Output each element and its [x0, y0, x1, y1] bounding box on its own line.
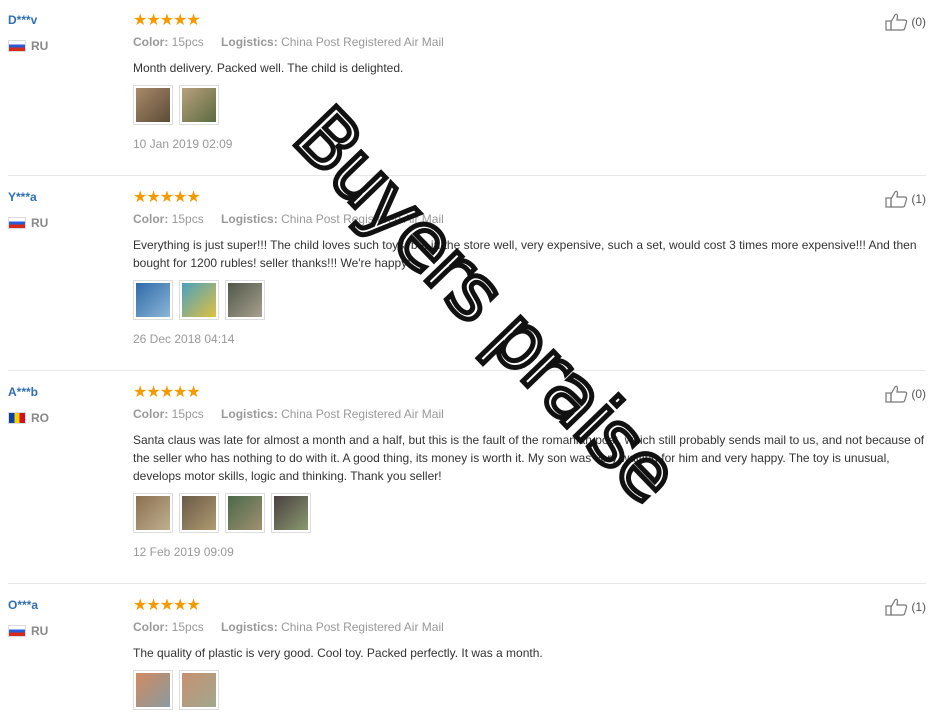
review-photos [133, 85, 926, 125]
review-meta: Color: 15pcs Logistics: China Post Regis… [133, 620, 926, 634]
color-value: 15pcs [171, 407, 204, 421]
color-value: 15pcs [171, 35, 204, 49]
review-text: The quality of plastic is very good. Coo… [133, 646, 543, 660]
review-photo[interactable] [179, 670, 219, 710]
reviewer-info: Y***a RU [8, 190, 48, 230]
reviewer-name[interactable]: A***b [8, 385, 49, 399]
logistics-value: China Post Registered Air Mail [281, 35, 444, 49]
review-photo[interactable] [225, 280, 265, 320]
logistics-value: China Post Registered Air Mail [281, 212, 444, 226]
helpful-count: (1) [911, 600, 926, 614]
reviewer-info: O***a RU [8, 598, 48, 638]
review-photo[interactable] [133, 493, 173, 533]
country-code: RU [31, 216, 49, 230]
review-text: Month delivery. Packed well. The child i… [133, 61, 404, 75]
thumbs-up-icon [885, 385, 908, 403]
review-item: D***v RU ★★★★★ Color: 15pcs Logistics: C… [8, 13, 926, 163]
reviewer-country: RU [8, 39, 48, 53]
flag-ro-icon [8, 412, 26, 424]
color-value: 15pcs [171, 212, 204, 226]
divider [8, 583, 926, 584]
review-photo[interactable] [133, 670, 173, 710]
review-photo[interactable] [179, 280, 219, 320]
reviewer-name[interactable]: Y***a [8, 190, 48, 204]
divider [8, 370, 926, 371]
review-photo[interactable] [271, 493, 311, 533]
review-meta: Color: 15pcs Logistics: China Post Regis… [133, 35, 926, 49]
logistics-value: China Post Registered Air Mail [281, 407, 444, 421]
flag-ru-icon [8, 40, 26, 52]
divider [8, 175, 926, 176]
rating-stars: ★★★★★ [133, 189, 201, 206]
review-date: 12 Feb 2019 09:09 [133, 545, 234, 559]
review-meta: Color: 15pcs Logistics: China Post Regis… [133, 407, 926, 421]
review-body: ★★★★★ Color: 15pcs Logistics: China Post… [133, 190, 926, 346]
logistics-label: Logistics: [221, 212, 278, 226]
helpful-button[interactable]: (1) [885, 598, 926, 616]
logistics-value: China Post Registered Air Mail [281, 620, 444, 634]
helpful-count: (0) [911, 15, 926, 29]
thumbs-up-icon [885, 13, 908, 31]
reviewer-country: RU [8, 216, 48, 230]
flag-ru-icon [8, 217, 26, 229]
color-label: Color: [133, 35, 169, 49]
rating-stars: ★★★★★ [133, 12, 201, 29]
logistics-label: Logistics: [221, 407, 278, 421]
helpful-count: (1) [911, 192, 926, 206]
flag-ru-icon [8, 625, 26, 637]
review-item: Y***a RU ★★★★★ Color: 15pcs Logistics: C… [8, 190, 926, 360]
review-body: ★★★★★ Color: 15pcs Logistics: China Post… [133, 598, 926, 710]
review-photo[interactable] [179, 493, 219, 533]
review-meta: Color: 15pcs Logistics: China Post Regis… [133, 212, 926, 226]
review-body: ★★★★★ Color: 15pcs Logistics: China Post… [133, 385, 926, 559]
color-label: Color: [133, 620, 169, 634]
review-photos [133, 493, 926, 533]
logistics-label: Logistics: [221, 620, 278, 634]
reviewer-country: RU [8, 624, 48, 638]
review-body: ★★★★★ Color: 15pcs Logistics: China Post… [133, 13, 926, 151]
logistics-label: Logistics: [221, 35, 278, 49]
review-photos [133, 670, 926, 710]
reviewer-name[interactable]: D***v [8, 13, 48, 27]
helpful-count: (0) [911, 387, 926, 401]
country-code: RO [31, 411, 49, 425]
review-date: 26 Dec 2018 04:14 [133, 332, 235, 346]
thumbs-up-icon [885, 598, 908, 616]
review-photos [133, 280, 926, 320]
helpful-button[interactable]: (0) [885, 13, 926, 31]
review-item: A***b RO ★★★★★ Color: 15pcs Logistics: C… [8, 385, 926, 575]
rating-stars: ★★★★★ [133, 384, 201, 401]
country-code: RU [31, 39, 49, 53]
review-photo[interactable] [133, 85, 173, 125]
review-text: Santa claus was late for almost a month … [133, 433, 925, 483]
reviewer-name[interactable]: O***a [8, 598, 48, 612]
thumbs-up-icon [885, 190, 908, 208]
review-photo[interactable] [133, 280, 173, 320]
reviewer-info: A***b RO [8, 385, 49, 425]
review-item: O***a RU ★★★★★ Color: 15pcs Logistics: C… [8, 598, 926, 712]
helpful-button[interactable]: (1) [885, 190, 926, 208]
helpful-button[interactable]: (0) [885, 385, 926, 403]
review-photo[interactable] [179, 85, 219, 125]
color-label: Color: [133, 407, 169, 421]
review-photo[interactable] [225, 493, 265, 533]
color-label: Color: [133, 212, 169, 226]
color-value: 15pcs [171, 620, 204, 634]
review-text: Everything is just super!!! The child lo… [133, 238, 917, 270]
country-code: RU [31, 624, 49, 638]
reviewer-info: D***v RU [8, 13, 48, 53]
review-date: 10 Jan 2019 02:09 [133, 137, 233, 151]
reviewer-country: RO [8, 411, 49, 425]
rating-stars: ★★★★★ [133, 597, 201, 614]
